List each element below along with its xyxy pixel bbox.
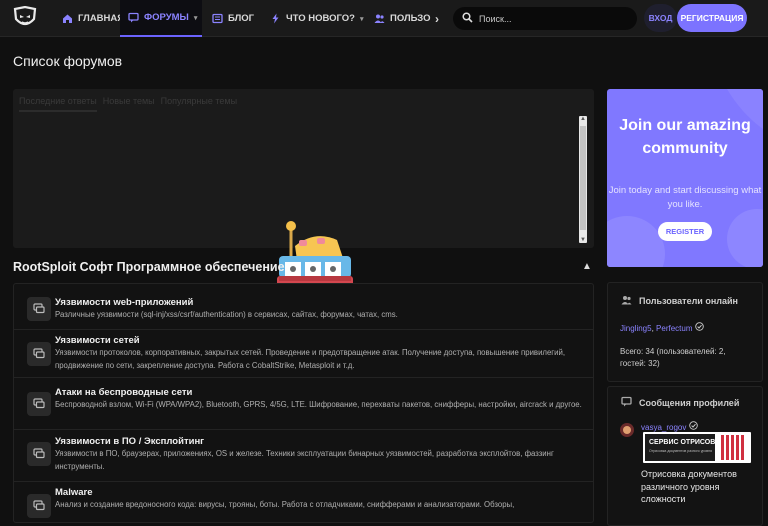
forum-chat-icon xyxy=(27,342,51,366)
join-promo-card: Join our amazing community Join today an… xyxy=(607,89,763,267)
login-button[interactable]: ВХОД xyxy=(644,4,677,32)
online-users-list: Jingling5, Perfectum xyxy=(620,322,704,333)
post-author-link[interactable]: vasya_rogov xyxy=(641,423,686,432)
forum-description: Уязвимости в ПО, браузерах, приложениях,… xyxy=(55,449,554,471)
verified-check-icon xyxy=(694,322,704,333)
profile-posts-title: Сообщения профилей xyxy=(639,397,740,408)
register-button[interactable]: РЕГИСТРАЦИЯ xyxy=(677,4,747,32)
forum-chat-icon xyxy=(27,297,51,321)
forum-row[interactable]: Malware Анализ и создание вредоносного к… xyxy=(14,482,593,522)
search-input[interactable] xyxy=(479,13,619,24)
promo-heading: Join our amazing community xyxy=(619,117,751,157)
avatar[interactable] xyxy=(620,423,634,437)
activity-tabs: Последние ответы Новые темы Популярные т… xyxy=(19,96,237,112)
forum-row[interactable]: Атаки на беспроводные сети Беспроводной … xyxy=(14,378,593,430)
online-user-link[interactable]: Perfectum xyxy=(656,324,692,333)
collapse-chevron-up-icon[interactable]: ▲ xyxy=(582,261,592,272)
forum-chat-icon xyxy=(27,442,51,466)
home-icon xyxy=(62,13,73,24)
nav-whats-new-label: ЧТО НОВОГО? xyxy=(286,13,355,24)
forum-title[interactable]: Уязвимости в ПО / Эксплойтинг xyxy=(55,436,204,447)
top-navbar: ГЛАВНАЯ ФОРУМЫ ▾ БЛОГ ЧТО НОВОГО? ▾ ПОЛЬ… xyxy=(0,0,768,37)
chevron-down-icon[interactable]: ▾ xyxy=(194,14,198,22)
scrollbar[interactable]: ▲ ▼ xyxy=(579,116,587,243)
forum-description: Беспроводной взлом, Wi-Fi (WPA/WPA2), Bl… xyxy=(55,400,582,409)
activity-widget: Последние ответы Новые темы Популярные т… xyxy=(13,89,594,322)
forum-chat-icon xyxy=(27,494,51,518)
users-icon xyxy=(621,295,632,307)
forum-title[interactable]: Malware xyxy=(55,487,93,498)
users-icon xyxy=(374,13,385,24)
online-stats: Всего: 34 (пользователей: 2, гостей: 32) xyxy=(620,347,726,368)
tab-latest-replies[interactable]: Последние ответы xyxy=(19,96,97,112)
scroll-down-icon[interactable]: ▼ xyxy=(580,237,586,243)
page-title: Список форумов xyxy=(13,53,123,69)
online-user-link[interactable]: Jingling5 xyxy=(620,324,652,333)
nav-users-label: ПОЛЬЗО xyxy=(390,13,431,24)
chat-bubble-icon xyxy=(128,12,139,23)
profile-posts-header: Сообщения профилей xyxy=(621,396,739,409)
forum-row[interactable]: Уязвимости сетей Уязвимости протоколов, … xyxy=(14,330,593,378)
forum-description: Уязвимости протоколов, корпоративных, за… xyxy=(55,348,566,370)
promo-register-button[interactable]: REGISTER xyxy=(658,222,712,241)
nav-home[interactable]: ГЛАВНАЯ xyxy=(56,0,130,37)
category-title[interactable]: RootSploit Софт Программное обеспечение xyxy=(13,260,285,274)
nav-scroll-right-button[interactable]: › xyxy=(435,0,439,37)
online-users-widget: Пользователи онлайн Jingling5, Perfectum… xyxy=(607,282,763,382)
post-text: Отрисовка документов различного уровня с… xyxy=(641,469,737,504)
tab-new-threads[interactable]: Новые темы xyxy=(103,96,155,112)
forum-title[interactable]: Атаки на беспроводные сети xyxy=(55,387,192,398)
search-box[interactable] xyxy=(453,7,637,30)
forum-title[interactable]: Уязвимости web-приложений xyxy=(55,297,193,308)
blog-icon xyxy=(212,13,223,24)
forum-list: Уязвимости web-приложений Различные уязв… xyxy=(13,283,594,523)
nav-home-label: ГЛАВНАЯ xyxy=(78,13,125,24)
site-logo-icon[interactable] xyxy=(12,5,38,30)
verified-check-icon xyxy=(688,421,698,432)
forum-title[interactable]: Уязвимости сетей xyxy=(55,335,140,346)
banner-subtitle: Отрисовка документов разного уровня xyxy=(649,449,712,453)
online-users-header: Пользователи онлайн xyxy=(621,295,738,307)
qr-code-icon xyxy=(721,435,746,460)
chevron-down-icon[interactable]: ▾ xyxy=(360,15,364,23)
nav-blog[interactable]: БЛОГ xyxy=(212,0,254,37)
scrollbar-thumb[interactable] xyxy=(580,126,586,230)
nav-blog-label: БЛОГ xyxy=(228,13,255,24)
online-users-title: Пользователи онлайн xyxy=(639,296,738,306)
nav-whats-new[interactable]: ЧТО НОВОГО? ▾ xyxy=(270,0,364,37)
forum-row[interactable]: Уязвимости web-приложений Различные уязв… xyxy=(14,284,593,330)
profile-posts-widget: Сообщения профилей vasya_rogov СЕРВИС ОТ… xyxy=(607,386,763,526)
post-banner-image[interactable]: СЕРВИС ОТРИСОВКИ Отрисовка документов ра… xyxy=(643,432,751,463)
forum-row[interactable]: Уязвимости в ПО / Эксплойтинг Уязвимости… xyxy=(14,430,593,482)
comment-icon xyxy=(621,396,632,409)
chevron-right-icon: › xyxy=(435,11,439,26)
nav-users[interactable]: ПОЛЬЗО xyxy=(374,0,430,37)
search-icon xyxy=(462,10,473,28)
forum-chat-icon xyxy=(27,392,51,416)
scroll-up-icon[interactable]: ▲ xyxy=(580,116,586,122)
forum-description: Анализ и создание вредоносного кода: вир… xyxy=(55,500,515,509)
promo-text: Join today and start discussing what you… xyxy=(608,185,762,210)
nav-forums[interactable]: ФОРУМЫ ▾ xyxy=(120,0,202,37)
post-author-line: vasya_rogov xyxy=(641,421,698,432)
nav-forums-label: ФОРУМЫ xyxy=(144,12,189,23)
forum-description: Различные уязвимости (sql-inj/xss/csrf/a… xyxy=(55,310,398,319)
tab-popular-threads[interactable]: Популярные темы xyxy=(161,96,237,112)
banner-title: СЕРВИС ОТРИСОВКИ xyxy=(649,439,725,446)
lightning-icon xyxy=(270,13,281,24)
